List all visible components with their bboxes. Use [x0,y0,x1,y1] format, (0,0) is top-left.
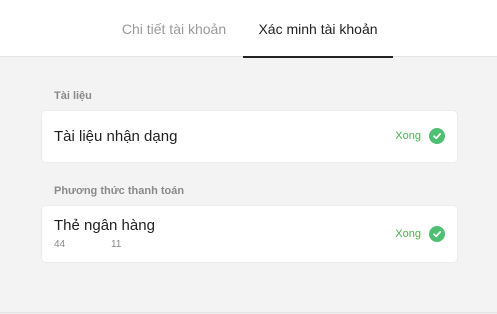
identity-document-title: Tài liệu nhận dạng [54,128,178,145]
account-verification-page: Chi tiết tài khoản Xác minh tài khoản Tà… [0,0,497,314]
status-text: Xong [395,228,421,240]
bank-card-title: Thẻ ngân hàng [54,217,155,234]
divider [0,312,497,313]
documents-section-label: Tài liệu [54,90,92,102]
check-circle-icon [429,226,445,242]
check-circle-icon [429,128,445,144]
card-number-prefix: 44 [54,239,66,250]
tab-account-verification-label: Xác minh tài khoản [258,20,378,37]
tab-bar: Chi tiết tài khoản Xác minh tài khoản [0,0,497,58]
tab-account-details[interactable]: Chi tiết tài khoản [106,0,242,57]
card-number-suffix: 11 [111,239,122,250]
status-text: Xong [395,130,421,142]
identity-document-card[interactable]: Tài liệu nhận dạng Xong [42,111,457,162]
tab-account-details-label: Chi tiết tài khoản [121,20,227,37]
identity-document-status: Xong [395,128,445,144]
bank-card-status: Xong [395,226,445,242]
active-tab-indicator [243,56,393,58]
bank-card-card[interactable]: Thẻ ngân hàng 44 11 Xong [42,206,457,262]
payment-section-label: Phương thức thanh toán [54,185,185,197]
tab-account-verification[interactable]: Xác minh tài khoản [243,0,393,58]
